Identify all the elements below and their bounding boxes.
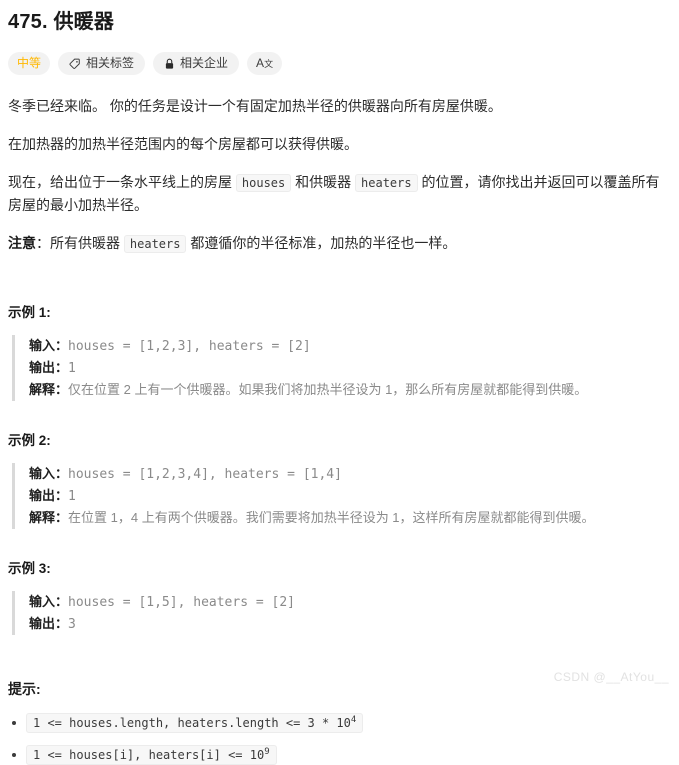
- constraint-exponent: 9: [264, 747, 270, 757]
- example-output-value: 3: [68, 617, 76, 632]
- example-explanation-label: 解释：: [29, 382, 69, 397]
- example-output-label: 输出：: [29, 616, 69, 631]
- inline-code-houses: houses: [235, 174, 292, 192]
- example-output-value: 1: [68, 361, 76, 376]
- list-item: 1 <= houses[i], heaters[i] <= 109: [8, 745, 671, 765]
- example-input-label: 输入：: [29, 338, 69, 353]
- example-output-label: 输出：: [29, 360, 69, 375]
- example-block: 输入：houses = [1,2,3,4], heaters = [1,4] 输…: [12, 463, 671, 529]
- example-input-label: 输入：: [29, 594, 69, 609]
- example-heading: 示例 1:: [8, 305, 51, 320]
- page-title: 475. 供暖器: [8, 11, 115, 33]
- note-label: 注意: [8, 235, 36, 251]
- difficulty-label: 中等: [17, 56, 42, 70]
- example-heading: 示例 2:: [8, 433, 51, 448]
- example-explanation-label: 解释：: [29, 510, 69, 525]
- example-explanation-value: 在位置 1，4 上有两个供暖器。我们需要将加热半径设为 1，这样所有房屋就都能得…: [68, 510, 595, 525]
- example-block: 输入：houses = [1,2,3], heaters = [2] 输出：1 …: [12, 335, 671, 401]
- constraint-code: 1 <= houses[i], heaters[i] <= 109: [26, 745, 277, 765]
- example-input-line: 输入：houses = [1,2,3,4], heaters = [1,4]: [29, 463, 671, 485]
- example-output-line: 输出：1: [29, 485, 671, 507]
- list-item: 1 <= houses.length, heaters.length <= 3 …: [8, 713, 671, 733]
- example-output-label: 输出：: [29, 488, 69, 503]
- example-block: 输入：houses = [1,5], heaters = [2] 输出：3: [12, 591, 671, 635]
- related-tags-button[interactable]: 相关标签: [58, 52, 146, 75]
- inline-code-heaters: heaters: [123, 235, 187, 253]
- description-paragraph: 冬季已经来临。 你的任务是设计一个有固定加热半径的供暖器向所有房屋供暖。: [8, 98, 502, 114]
- constraint-exponent: 4: [350, 715, 357, 725]
- description-paragraph: 在加热器的加热半径范围内的每个房屋都可以获得供暖。: [8, 136, 358, 152]
- example-output-line: 输出：3: [29, 613, 671, 635]
- problem-page: 475. 供暖器 中等 相关标签 相关企业 A文 冬季已经来临。 你的任务是设计…: [0, 8, 679, 765]
- language-toggle-button[interactable]: A文: [247, 52, 283, 75]
- translate-icon: A文: [256, 56, 274, 70]
- related-companies-label: 相关企业: [180, 56, 229, 70]
- related-tags-label: 相关标签: [86, 56, 135, 70]
- example-output-value: 1: [68, 489, 76, 504]
- example-output-line: 输出：1: [29, 357, 671, 379]
- inline-code-heaters: heaters: [355, 174, 418, 192]
- tag-icon: [69, 58, 81, 70]
- example-input-line: 输入：houses = [1,5], heaters = [2]: [29, 591, 671, 613]
- lock-icon: [164, 58, 175, 70]
- example-explanation-line: 解释：在位置 1，4 上有两个供暖器。我们需要将加热半径设为 1，这样所有房屋就…: [29, 507, 671, 529]
- related-companies-button[interactable]: 相关企业: [153, 52, 240, 75]
- example-explanation-value: 仅在位置 2 上有一个供暖器。如果我们将加热半径设为 1，那么所有房屋就都能得到…: [68, 382, 588, 397]
- constraint-code: 1 <= houses.length, heaters.length <= 3 …: [26, 713, 364, 733]
- example-input-value: houses = [1,2,3], heaters = [2]: [68, 339, 311, 354]
- difficulty-badge[interactable]: 中等: [8, 52, 51, 75]
- example-explanation-line: 解释：仅在位置 2 上有一个供暖器。如果我们将加热半径设为 1，那么所有房屋就都…: [29, 379, 671, 401]
- badge-row: 中等 相关标签 相关企业 A文: [8, 52, 671, 75]
- example-input-line: 输入：houses = [1,2,3], heaters = [2]: [29, 335, 671, 357]
- example-heading: 示例 3:: [8, 561, 51, 576]
- watermark: CSDN @__AtYou__: [553, 670, 669, 684]
- note-paragraph: 注意：所有供暖器 heaters 都遵循你的半径标准，加热的半径也一样。: [8, 235, 457, 253]
- constraint-base: 1 <= houses.length, heaters.length <= 3 …: [33, 716, 351, 730]
- example-input-label: 输入：: [29, 466, 69, 481]
- example-input-value: houses = [1,5], heaters = [2]: [68, 595, 295, 610]
- constraints-list: 1 <= houses.length, heaters.length <= 3 …: [8, 713, 671, 765]
- description-paragraph: 现在，给出位于一条水平线上的房屋 houses 和供暖器 heaters 的位置…: [8, 174, 660, 213]
- example-input-value: houses = [1,2,3,4], heaters = [1,4]: [68, 467, 342, 482]
- constraint-base: 1 <= houses[i], heaters[i] <= 10: [33, 748, 265, 762]
